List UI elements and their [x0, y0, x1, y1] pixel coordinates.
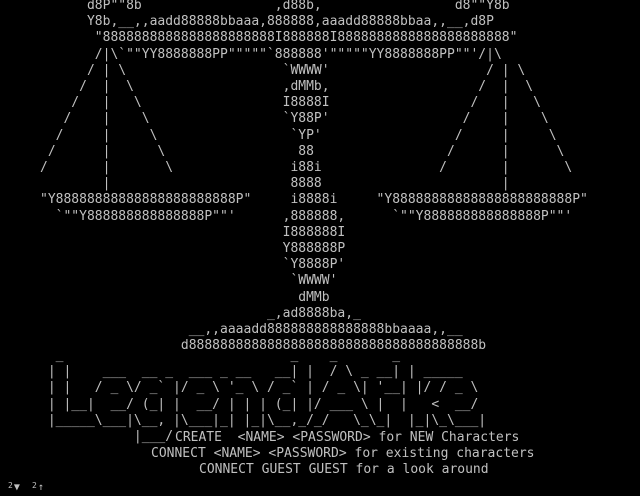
sent-indicator: 2 ↑ [32, 482, 44, 494]
status-bar: 2 ▼ 2 ↑ [0, 478, 640, 496]
received-indicator: 2 ▼ [8, 482, 20, 494]
terminal-screen[interactable]: d8P""8b ,d88b, d8""Y8b Y8b,__,,aadd88888… [0, 0, 640, 496]
connect-instruction: CONNECT <NAME> <PASSWORD> for existing c… [151, 446, 535, 461]
up-arrow-icon: ↑ [37, 482, 44, 493]
received-count: 2 [8, 481, 13, 490]
down-arrow-icon: ▼ [13, 482, 20, 493]
scales-ascii-art: d8P""8b ,d88b, d8""Y8b Y8b,__,,aadd88888… [40, 0, 588, 354]
create-instruction: CREATE <NAME> <PASSWORD> for NEW Charact… [175, 430, 520, 445]
guest-instruction: CONNECT GUEST GUEST for a look around [199, 462, 489, 477]
sent-count: 2 [32, 481, 37, 490]
